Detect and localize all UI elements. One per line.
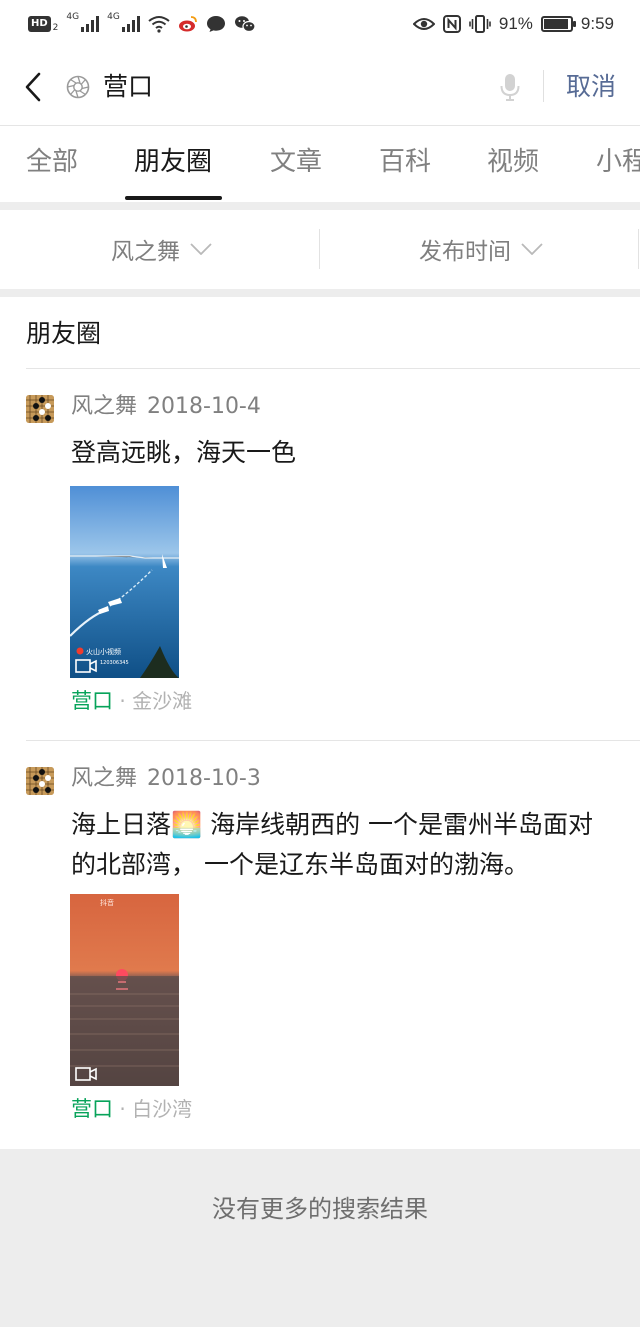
go-board-avatar-image <box>26 395 54 423</box>
wifi-icon <box>148 16 170 33</box>
chevron-down-icon <box>521 243 543 255</box>
network-type-2: 4G <box>107 12 120 22</box>
no-more-results: 没有更多的搜索结果 <box>212 1195 428 1223</box>
battery-fill <box>543 19 568 29</box>
active-tab-indicator <box>125 196 222 200</box>
tab-moments[interactable]: 朋友圈 <box>134 142 212 182</box>
hd-icon: HD <box>28 16 51 32</box>
network-type-1: 4G <box>66 12 80 22</box>
section-divider <box>26 368 640 369</box>
weibo-icon <box>178 16 197 32</box>
battery-icon <box>540 16 576 32</box>
search-header: 营口 取消 <box>0 48 640 126</box>
post-divider <box>26 740 640 741</box>
author-name[interactable]: 风之舞 <box>71 766 137 791</box>
vibrate-icon <box>469 15 491 33</box>
status-left-icons: HD 2 4G 4G <box>28 12 256 36</box>
nfc-icon <box>442 15 461 33</box>
back-button[interactable] <box>18 68 48 106</box>
location-place: · 白沙湾 <box>119 1097 193 1121</box>
status-bar: HD 2 4G 4G 91% 9:59 <box>0 0 640 48</box>
chevron-left-icon <box>25 72 41 102</box>
location-city[interactable]: 营口 <box>71 1097 113 1121</box>
sunset-sea-image: 抖音 <box>70 894 179 1086</box>
clock: 9:59 <box>580 14 614 33</box>
video-watermark: 火山小视频 <box>86 647 121 656</box>
post-date: 2018-10-3 <box>147 766 261 791</box>
post-location[interactable]: 营口 · 金沙滩 <box>71 686 192 716</box>
category-tabs: 全部 朋友圈 文章 百科 视频 小程 <box>0 126 640 202</box>
signal-icon-1 <box>81 16 100 32</box>
video-thumbnail[interactable]: 抖音 <box>70 894 179 1086</box>
location-city[interactable]: 营口 <box>71 689 113 713</box>
video-camera-icon <box>75 1067 97 1081</box>
status-right-icons: 91% 9:59 <box>412 12 614 36</box>
post-text: 登高远眺，海天一色 <box>71 438 297 467</box>
location-place: · 金沙滩 <box>119 689 193 713</box>
video-id: 120306345 <box>100 660 129 666</box>
sea-boats-image: 火山小视频 120306345 <box>70 486 179 678</box>
filter-bar: 风之舞 发布时间 <box>0 210 640 289</box>
moments-aperture-icon <box>66 75 90 99</box>
author-filter[interactable]: 风之舞 <box>111 230 212 268</box>
author-name[interactable]: 风之舞 <box>71 394 137 419</box>
wechat-icon <box>234 16 256 33</box>
post-text: 海上日落🌅 海岸线朝西的 一个是雷州半岛面对的北部湾， 一个是辽东半岛面对的渤海… <box>71 810 594 879</box>
video-watermark: 抖音 <box>100 898 114 907</box>
header-divider <box>543 70 544 102</box>
tab-encyclopedia[interactable]: 百科 <box>379 142 431 182</box>
results-panel: 朋友圈 风之舞 2018-10-4 登高远眺，海天一色 火山小视频 120306… <box>0 297 640 1149</box>
time-filter[interactable]: 发布时间 <box>419 230 543 268</box>
tab-mini-programs[interactable]: 小程 <box>596 142 640 182</box>
filter-divider <box>638 229 639 269</box>
hd-sim-label: 2 <box>52 23 59 33</box>
author-filter-label: 风之舞 <box>111 239 180 265</box>
filter-divider <box>319 229 320 269</box>
battery-percent: 91% <box>498 14 533 33</box>
post-meta: 风之舞 2018-10-4 <box>71 391 261 423</box>
signal-icon-2 <box>121 16 140 32</box>
video-camera-icon <box>75 659 97 673</box>
tab-all[interactable]: 全部 <box>26 142 78 182</box>
eye-comfort-icon <box>412 18 435 30</box>
time-filter-label: 发布时间 <box>419 239 511 265</box>
go-board-avatar-image <box>26 767 54 795</box>
section-title: 朋友圈 <box>26 319 102 348</box>
tab-articles[interactable]: 文章 <box>270 142 322 182</box>
post-location[interactable]: 营口 · 白沙湾 <box>71 1094 192 1124</box>
chevron-down-icon <box>190 243 212 255</box>
video-thumbnail[interactable]: 火山小视频 120306345 <box>70 486 179 678</box>
tab-videos[interactable]: 视频 <box>487 142 539 182</box>
avatar[interactable] <box>26 767 54 795</box>
post-meta: 风之舞 2018-10-3 <box>71 763 261 795</box>
avatar[interactable] <box>26 395 54 423</box>
message-icon <box>206 16 225 32</box>
search-input[interactable]: 营口 <box>103 68 153 106</box>
cancel-button[interactable]: 取消 <box>566 68 616 106</box>
post-date: 2018-10-4 <box>147 394 261 419</box>
microphone-icon[interactable] <box>498 72 522 102</box>
